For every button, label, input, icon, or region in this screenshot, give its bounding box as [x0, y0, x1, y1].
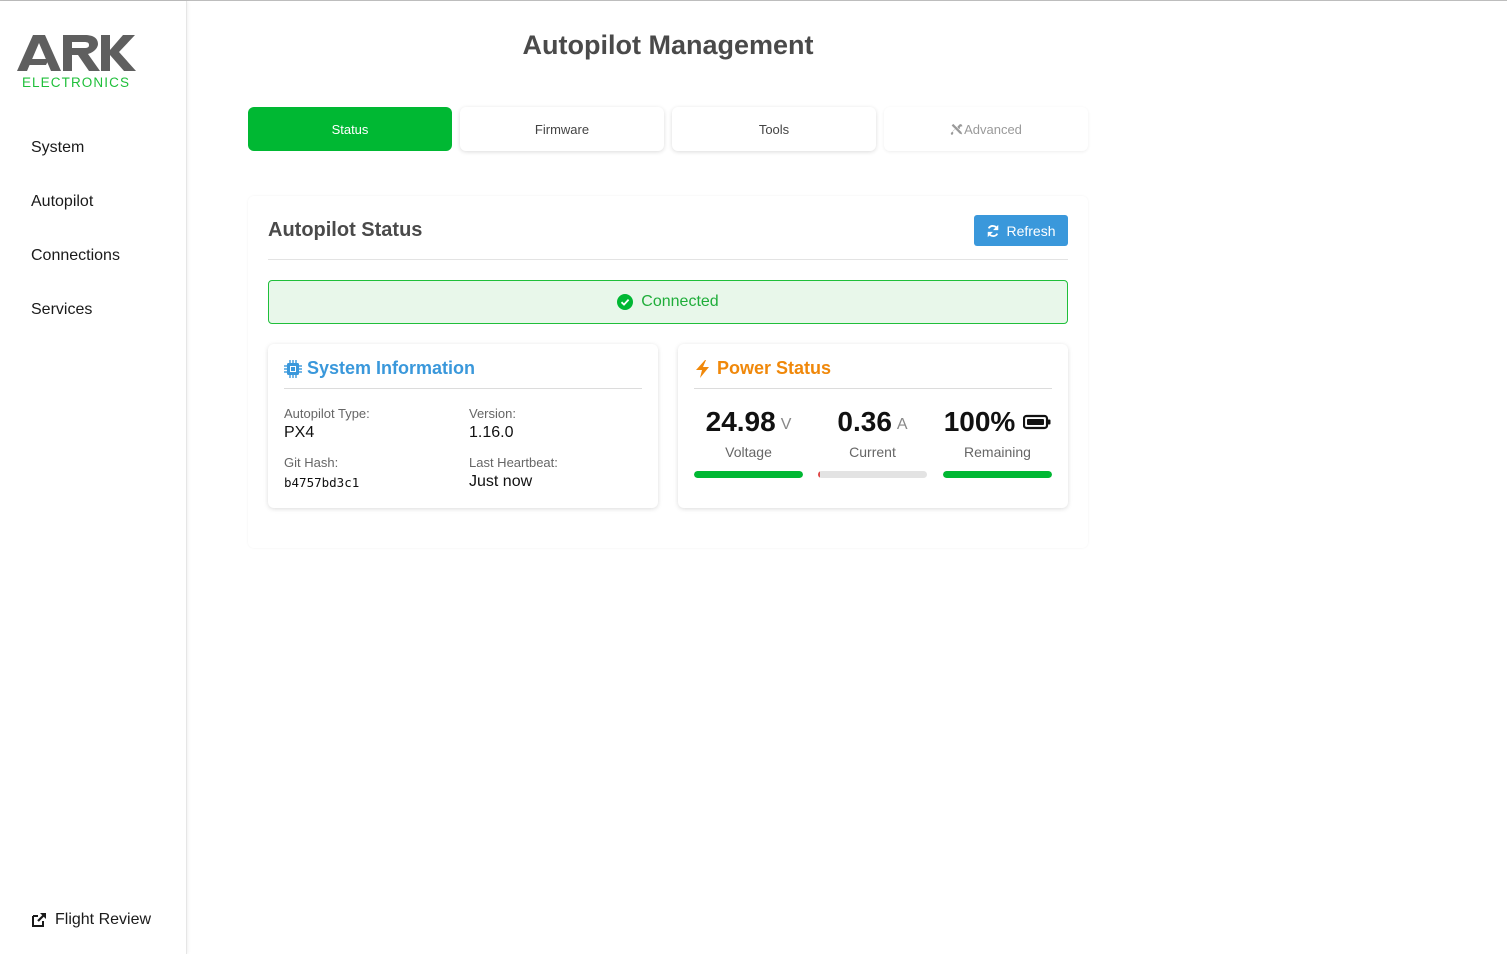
- sidebar-item-connections[interactable]: Connections: [31, 246, 120, 300]
- page-title: Autopilot Management: [522, 30, 814, 60]
- panel-title: Autopilot Status: [268, 219, 423, 241]
- remaining-label: Remaining: [964, 444, 1031, 460]
- voltage-metric: 24.98 V Voltage: [694, 406, 803, 460]
- last-heartbeat-value: Just now: [469, 473, 533, 490]
- power-status-card: Power Status 24.98 V Voltage 0.36 A Curr…: [678, 344, 1068, 508]
- current-label: Current: [849, 444, 896, 460]
- current-unit: A: [896, 416, 908, 433]
- connection-status-banner: Connected: [268, 280, 1068, 324]
- ark-logo-mark: [17, 35, 136, 71]
- autopilot-type-value: PX4: [284, 424, 315, 441]
- refresh-button[interactable]: Refresh: [974, 215, 1068, 246]
- system-information-title-text: System Information: [307, 358, 476, 378]
- voltage-unit: V: [780, 416, 792, 433]
- autopilot-type-field: Autopilot Type: PX4: [284, 406, 370, 442]
- tab-advanced-label: Advanced: [964, 121, 1022, 137]
- remaining-bar-fill: [943, 471, 1052, 478]
- flight-review-link[interactable]: Flight Review: [31, 911, 151, 929]
- remaining-bar: [943, 471, 1052, 478]
- version-field: Version: 1.16.0: [469, 406, 516, 442]
- tools-icon: [950, 123, 963, 135]
- connection-status-label: Connected: [641, 293, 719, 310]
- tab-firmware[interactable]: Firmware: [460, 107, 664, 151]
- panel-header: Autopilot Status Refresh: [268, 215, 1068, 260]
- sidebar-item-services[interactable]: Services: [31, 300, 120, 354]
- sync-icon: [988, 224, 999, 237]
- autopilot-status-panel: Autopilot Status Refresh Connected Syste…: [248, 196, 1088, 548]
- power-status-title: Power Status: [694, 358, 1052, 389]
- voltage-label: Voltage: [725, 444, 772, 460]
- autopilot-type-label: Autopilot Type:: [284, 406, 370, 421]
- last-heartbeat-field: Last Heartbeat: Just now: [469, 455, 558, 491]
- voltage-bar-fill: [694, 471, 803, 478]
- tab-advanced[interactable]: Advanced: [884, 107, 1088, 151]
- current-bar: [818, 471, 927, 478]
- sidebar: ELECTRONICS System Autopilot Connections…: [0, 1, 187, 954]
- current-metric: 0.36 A Current: [818, 406, 927, 460]
- git-hash-field: Git Hash: b4757bd3c1: [284, 455, 359, 490]
- current-value: 0.36: [837, 406, 892, 437]
- cpu-chip-icon: [284, 360, 302, 378]
- remaining-value: 100%: [943, 406, 1016, 437]
- power-status-title-text: Power Status: [717, 358, 832, 378]
- sidebar-item-system[interactable]: System: [31, 138, 120, 192]
- version-value: 1.16.0: [469, 424, 514, 441]
- last-heartbeat-label: Last Heartbeat:: [469, 455, 558, 470]
- refresh-button-label: Refresh: [1006, 222, 1056, 239]
- ark-electronics-logo[interactable]: ELECTRONICS: [15, 33, 137, 91]
- git-hash-value: b4757bd3c1: [284, 475, 360, 490]
- bolt-icon: [696, 360, 709, 378]
- tab-status[interactable]: Status: [248, 107, 452, 151]
- sidebar-nav: System Autopilot Connections Services: [31, 138, 120, 354]
- system-information-card: System Information Autopilot Type: PX4 V…: [268, 344, 658, 508]
- git-hash-label: Git Hash:: [284, 455, 339, 470]
- system-information-title: System Information: [284, 358, 642, 389]
- flight-review-label: Flight Review: [55, 911, 152, 928]
- version-label: Version:: [469, 406, 516, 421]
- tab-status-label: Status: [331, 121, 369, 137]
- external-link-icon: [32, 913, 46, 927]
- check-circle-icon: [617, 294, 634, 310]
- tab-tools-label: Tools: [758, 121, 790, 137]
- battery-full-icon: [1023, 414, 1051, 430]
- sidebar-item-autopilot[interactable]: Autopilot: [31, 192, 120, 246]
- voltage-bar: [694, 471, 803, 478]
- voltage-value: 24.98: [705, 406, 776, 437]
- tab-tools[interactable]: Tools: [672, 107, 876, 151]
- tab-bar: Status Firmware Tools Advanced: [248, 107, 1088, 151]
- tab-firmware-label: Firmware: [534, 121, 590, 137]
- remaining-metric: 100% Remaining: [943, 406, 1052, 460]
- current-bar-fill: [818, 471, 820, 478]
- logo-subtext: ELECTRONICS: [21, 75, 131, 90]
